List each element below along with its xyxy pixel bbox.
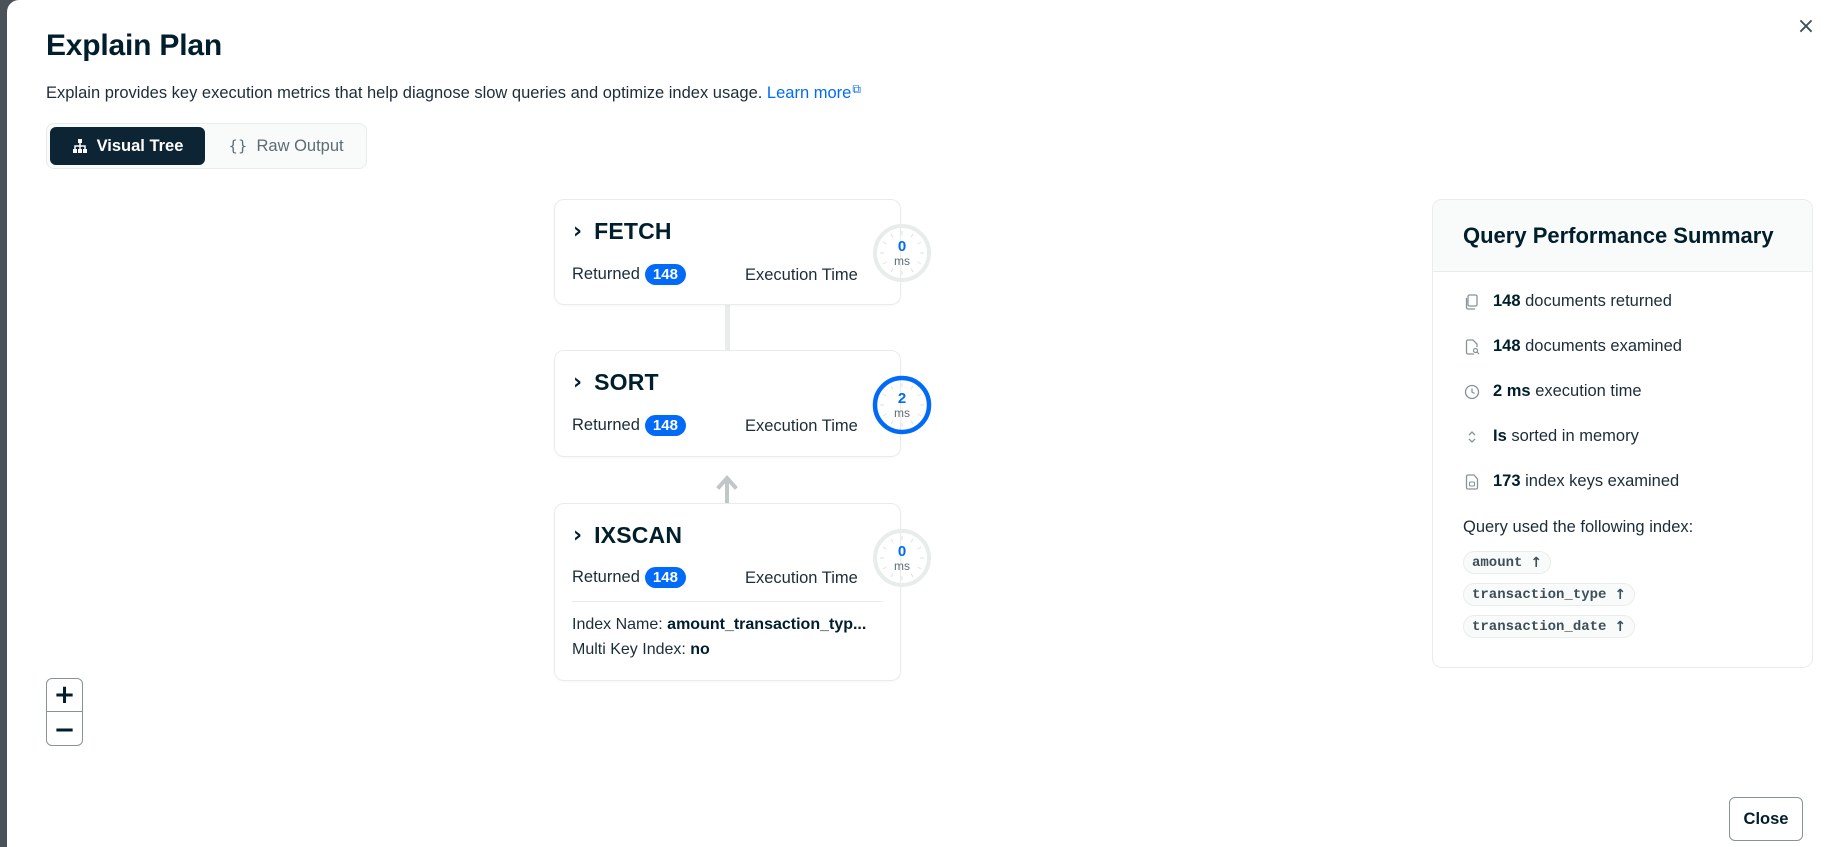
close-button[interactable]: Close	[1729, 797, 1803, 841]
chevron-right-icon[interactable]: ›	[573, 524, 582, 547]
index-icon	[1463, 473, 1481, 491]
index-name-value: amount_transaction_typ...	[667, 616, 867, 633]
clock-icon	[1463, 383, 1481, 401]
stage-node-ixscan[interactable]: › IXSCAN Returned 148 Execution Time 0 m…	[554, 503, 931, 681]
execution-time-gauge: 0 ms	[871, 527, 933, 589]
stat-text: documents examined	[1525, 337, 1682, 355]
returned-label: Returned	[572, 416, 640, 434]
divider	[572, 601, 883, 602]
external-link-icon: ⧉	[852, 82, 861, 96]
index-field-name: transaction_date	[1472, 618, 1607, 635]
returned-badge: 148	[644, 567, 686, 588]
execution-time-gauge: 0 ms	[871, 222, 933, 284]
stat-execution-time: 2 ms execution time	[1463, 382, 1642, 401]
stage-node-fetch[interactable]: › FETCH Returned 148 Execution Time 0 ms	[554, 199, 931, 305]
close-icon[interactable]: ×	[1794, 14, 1818, 39]
zoom-controls: + −	[46, 678, 83, 746]
visual-tree-tab[interactable]: Visual Tree	[50, 127, 205, 165]
stat-documents-examined: 148 documents examined	[1463, 337, 1682, 356]
index-field-chip: transaction_date ↑	[1463, 615, 1636, 638]
index-name-row: Index Name: amount_transaction_typ...	[572, 616, 866, 634]
explain-plan-modal: × Explain Plan Explain provides key exec…	[7, 0, 1845, 847]
returned-badge: 148	[644, 415, 686, 436]
multi-key-value: no	[690, 641, 710, 658]
tree-icon	[72, 139, 87, 153]
index-name-label: Index Name:	[572, 616, 663, 633]
stat-text: documents returned	[1525, 292, 1672, 310]
up-arrow-icon	[716, 474, 738, 506]
index-field-name: amount	[1472, 554, 1523, 571]
description-text: Explain provides key execution metrics t…	[46, 84, 763, 102]
arrow-up-icon: ↑	[1530, 554, 1543, 571]
index-field-name: transaction_type	[1472, 586, 1607, 603]
execution-time-unit: ms	[894, 254, 910, 268]
sort-icon	[1463, 428, 1481, 446]
stat-text: execution time	[1535, 382, 1642, 400]
summary-header: Query Performance Summary	[1433, 200, 1812, 272]
execution-time-value: 0	[897, 543, 907, 560]
zoom-out-button[interactable]: −	[47, 713, 82, 746]
stat-index-keys-examined: 173 index keys examined	[1463, 472, 1679, 491]
tree-connector	[725, 305, 730, 350]
stage-name: IXSCAN	[594, 522, 683, 548]
execution-time-gauge: 2 ms	[871, 374, 933, 436]
returned-row: Returned 148	[572, 264, 686, 285]
stat-sorted-in-memory: Is sorted in memory	[1463, 427, 1639, 446]
returned-label: Returned	[572, 265, 640, 283]
learn-more-label: Learn more	[766, 84, 852, 102]
summary-title: Query Performance Summary	[1463, 222, 1774, 248]
stage-name: SORT	[594, 369, 659, 395]
stat-text: index keys examined	[1525, 472, 1680, 490]
execution-time-value: 0	[897, 238, 907, 255]
stat-documents-returned: 148 documents returned	[1463, 292, 1672, 311]
execution-time-label: Execution Time	[745, 569, 858, 587]
execution-time-value: 2	[897, 390, 907, 407]
stat-text: sorted in memory	[1511, 427, 1639, 445]
documents-icon	[1463, 293, 1481, 311]
arrow-up-icon: ↑	[1614, 586, 1627, 603]
arrow-up-icon: ↑	[1614, 618, 1627, 635]
multi-key-label: Multi Key Index:	[572, 641, 686, 658]
learn-more-link[interactable]: Learn more⧉	[766, 82, 861, 102]
execution-time-label: Execution Time	[745, 266, 858, 284]
document-search-icon	[1463, 338, 1481, 356]
raw-output-label: Raw Output	[256, 136, 344, 155]
returned-label: Returned	[572, 568, 640, 586]
returned-badge: 148	[644, 264, 686, 285]
description: Explain provides key execution metrics t…	[46, 82, 861, 103]
stage-header: › IXSCAN	[573, 522, 682, 549]
index-field-chip: amount ↑	[1463, 551, 1552, 574]
returned-row: Returned 148	[572, 567, 686, 588]
zoom-in-button[interactable]: +	[47, 679, 82, 712]
stat-value: 173	[1493, 472, 1521, 490]
braces-icon: {}	[228, 137, 248, 155]
query-performance-summary: Query Performance Summary 148 documents …	[1432, 199, 1813, 668]
stat-value: 148	[1493, 292, 1521, 310]
stage-header: › SORT	[573, 369, 659, 396]
view-toggle: Visual Tree {} Raw Output	[46, 123, 367, 169]
execution-time-label: Execution Time	[745, 417, 858, 435]
chevron-right-icon[interactable]: ›	[573, 220, 582, 243]
raw-output-tab[interactable]: {} Raw Output	[208, 127, 364, 165]
execution-time-unit: ms	[894, 559, 910, 573]
returned-row: Returned 148	[572, 415, 686, 436]
stat-value: Is	[1493, 427, 1507, 445]
stat-value: 2 ms	[1493, 382, 1531, 400]
stage-node-sort[interactable]: › SORT Returned 148 Execution Time 2 ms	[554, 350, 932, 457]
visual-tree-label: Visual Tree	[96, 136, 184, 155]
index-used-label: Query used the following index:	[1463, 518, 1694, 536]
index-field-chip: transaction_type ↑	[1463, 583, 1636, 606]
page-title: Explain Plan	[46, 29, 222, 62]
stat-value: 148	[1493, 337, 1521, 355]
stage-header: › FETCH	[573, 218, 672, 245]
stage-name: FETCH	[594, 218, 672, 244]
chevron-right-icon[interactable]: ›	[573, 371, 582, 394]
multi-key-row: Multi Key Index: no	[572, 641, 710, 659]
execution-time-unit: ms	[894, 406, 910, 420]
